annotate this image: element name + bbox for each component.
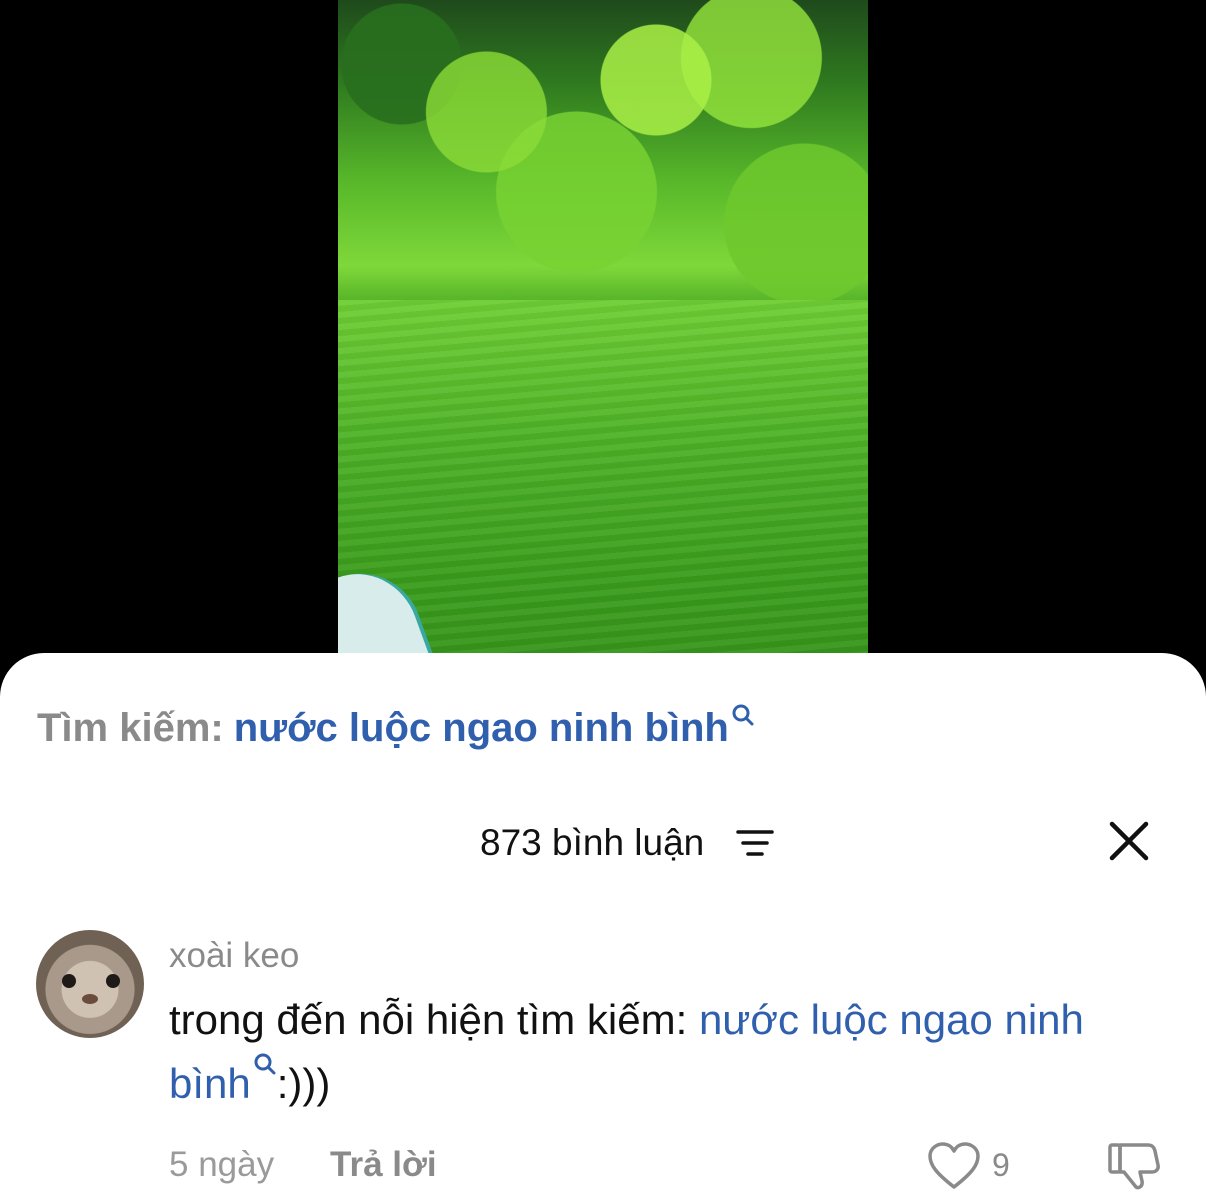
search-suggestion[interactable]: Tìm kiếm: nước luộc ngao ninh bình	[37, 703, 755, 753]
avatar[interactable]	[36, 930, 144, 1038]
video-frame[interactable]	[338, 0, 868, 700]
comment-text: trong đến nỗi hiện tìm kiếm: nước luộc n…	[169, 988, 1149, 1116]
avatar-eye-left	[62, 974, 76, 988]
dislike-icon[interactable]	[1106, 1139, 1162, 1193]
comment-meta: 5 ngày Trả lời 9	[0, 1142, 1206, 1190]
filter-icon[interactable]	[736, 828, 774, 858]
like-count: 9	[992, 1147, 1010, 1183]
search-query-link[interactable]: nước luộc ngao ninh bình	[234, 706, 729, 750]
reply-button[interactable]: Trả lời	[330, 1143, 437, 1187]
comment-time: 5 ngày	[169, 1145, 275, 1184]
comments-header: 873 bình luận	[0, 818, 1206, 868]
search-prefix: Tìm kiếm:	[37, 706, 224, 750]
search-icon	[254, 1053, 276, 1075]
comments-sheet: Tìm kiếm: nước luộc ngao ninh bình 873 bì…	[0, 653, 1206, 1197]
comment-text-after: :)))	[276, 1060, 331, 1107]
comment-count: 873 bình luận	[480, 822, 705, 863]
comment-username[interactable]: xoài keo	[169, 935, 299, 977]
video-foliage	[338, 0, 868, 320]
avatar-eye-right	[106, 974, 120, 988]
comment-text-before: trong đến nỗi hiện tìm kiếm:	[169, 996, 699, 1043]
search-icon	[732, 704, 754, 726]
heart-icon[interactable]	[926, 1141, 982, 1191]
video-player[interactable]	[0, 0, 1206, 700]
avatar-nose	[82, 994, 98, 1004]
close-icon[interactable]	[1104, 816, 1154, 866]
